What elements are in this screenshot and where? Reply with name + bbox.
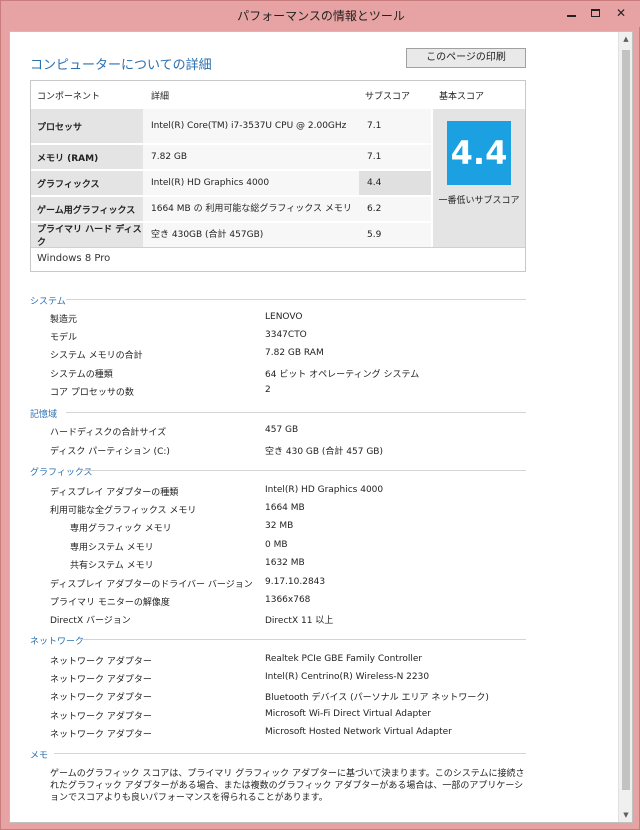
graphics-key: 共有システム メモリ (70, 561, 154, 571)
component-subscore: 4.4 (359, 171, 431, 195)
graphics-value: 1632 MB (265, 558, 305, 568)
storage-key: ディスク パーティション (C:) (50, 447, 170, 457)
graphics-value: 9.17.10.2843 (265, 577, 326, 587)
network-key: ネットワーク アダプター (50, 675, 152, 685)
graphics-key: 専用グラフィック メモリ (70, 524, 172, 534)
divider (31, 247, 525, 248)
graphics-key: 利用可能な全グラフィックス メモリ (50, 506, 197, 516)
section-title-memo: メモ (30, 751, 49, 761)
divider (66, 412, 526, 413)
graphics-key: DirectX バージョン (50, 616, 131, 626)
divider (66, 299, 526, 300)
system-value: 2 (265, 385, 271, 395)
divider (80, 470, 526, 471)
network-value: Microsoft Wi-Fi Direct Virtual Adapter (265, 709, 431, 719)
component-detail: 1664 MB の 利用可能な総グラフィックス メモリ (143, 197, 359, 221)
score-table: コンポーネント 詳細 サブスコア 基本スコア プロセッサ Intel(R) Co… (30, 80, 526, 272)
network-key: ネットワーク アダプター (50, 712, 152, 722)
minimize-icon (566, 15, 576, 17)
close-button[interactable]: ✕ (609, 4, 633, 22)
os-edition: Windows 8 Pro (37, 253, 111, 264)
details-content: コンピューターについての詳細 このページの印刷 コンポーネント 詳細 サブスコア… (10, 32, 620, 822)
window-title: パフォーマンスの情報とツール (237, 9, 405, 23)
system-value: 3347CTO (265, 330, 307, 340)
network-value: Intel(R) Centrino(R) Wireless-N 2230 (265, 672, 430, 682)
section-title-system: システム (30, 297, 66, 307)
component-name: プロセッサ (37, 122, 83, 133)
maximize-icon (590, 9, 600, 17)
network-key: ネットワーク アダプター (50, 657, 152, 667)
score-row-gaming-graphics: ゲーム用グラフィックス 1664 MB の 利用可能な総グラフィックス メモリ … (31, 197, 431, 221)
network-key: ネットワーク アダプター (50, 693, 152, 703)
system-value: LENOVO (265, 312, 303, 322)
graphics-value: 32 MB (265, 521, 294, 531)
graphics-key: ディスプレイ アダプターのドライバー バージョン (50, 580, 253, 590)
graphics-value: DirectX 11 以上 (265, 616, 334, 626)
component-name: プライマリ ハード ディスク (37, 225, 142, 248)
maximize-button[interactable] (583, 4, 607, 22)
graphics-value: Intel(R) HD Graphics 4000 (265, 485, 384, 495)
component-name: グラフィックス (37, 179, 100, 190)
divider (54, 753, 526, 754)
component-name: ゲーム用グラフィックス (37, 205, 136, 216)
graphics-value: 1664 MB (265, 503, 305, 513)
scroll-up-arrow-icon[interactable]: ▲ (619, 32, 632, 46)
component-detail: Intel(R) HD Graphics 4000 (143, 171, 359, 195)
component-subscore: 5.9 (359, 223, 431, 247)
base-score-column: 4.4 一番低いサブスコア (433, 109, 525, 247)
system-value: 7.82 GB RAM (265, 348, 324, 358)
graphics-value: 1366x768 (265, 595, 311, 605)
header-component: コンポーネント (37, 92, 101, 102)
system-key: 製造元 (50, 315, 78, 325)
system-key: モデル (50, 333, 78, 343)
divider (80, 639, 526, 640)
component-subscore: 7.1 (359, 109, 431, 143)
score-row-memory: メモリ (RAM) 7.82 GB 7.1 (31, 145, 431, 169)
component-subscore: 6.2 (359, 197, 431, 221)
content-pane: ▲ ▼ コンピューターについての詳細 このページの印刷 コンポーネント 詳細 サ… (9, 31, 633, 823)
base-score-tile: 4.4 (447, 121, 511, 185)
network-value: Microsoft Hosted Network Virtual Adapter (265, 727, 452, 737)
section-title-graphics: グラフィックス (30, 468, 93, 478)
score-row-primary-disk: プライマリ ハード ディスク 空き 430GB (合計 457GB) 5.9 (31, 223, 431, 248)
system-key: コア プロセッサの数 (50, 388, 134, 398)
graphics-key: プライマリ モニターの解像度 (50, 598, 170, 608)
system-key: システム メモリの合計 (50, 351, 143, 361)
storage-key: ハードディスクの合計サイズ (50, 428, 167, 438)
component-detail: 空き 430GB (合計 457GB) (143, 223, 359, 247)
network-key: ネットワーク アダプター (50, 730, 152, 740)
header-subscore: サブスコア (365, 92, 411, 102)
system-value: 64 ビット オペレーティング システム (265, 370, 420, 380)
score-table-header: コンポーネント 詳細 サブスコア 基本スコア (31, 81, 525, 107)
scroll-thumb[interactable] (622, 50, 630, 790)
score-row-graphics: グラフィックス Intel(R) HD Graphics 4000 4.4 (31, 171, 431, 195)
system-key: システムの種類 (50, 370, 113, 380)
section-title-network: ネットワーク (30, 637, 85, 647)
page-title: コンピューターについての詳細 (30, 58, 212, 73)
section-title-storage: 記憶域 (30, 410, 58, 420)
graphics-key: 専用システム メモリ (70, 543, 154, 553)
header-base-score: 基本スコア (439, 92, 485, 102)
component-detail: Intel(R) Core(TM) i7-3537U CPU @ 2.00GHz (143, 109, 359, 143)
storage-value: 空き 430 GB (合計 457 GB) (265, 447, 383, 457)
component-name: メモリ (RAM) (37, 153, 99, 164)
network-value: Realtek PCIe GBE Family Controller (265, 654, 423, 664)
print-page-button[interactable]: このページの印刷 (406, 48, 526, 68)
minimize-button[interactable] (559, 4, 583, 22)
graphics-key: ディスプレイ アダプターの種類 (50, 488, 179, 498)
score-row-processor: プロセッサ Intel(R) Core(TM) i7-3537U CPU @ 2… (31, 109, 431, 143)
network-value: Bluetooth デバイス (パーソナル エリア ネットワーク) (265, 693, 489, 703)
title-bar[interactable]: パフォーマンスの情報とツール ✕ (1, 1, 640, 27)
storage-value: 457 GB (265, 425, 299, 435)
header-detail: 詳細 (151, 92, 170, 102)
performance-info-window: パフォーマンスの情報とツール ✕ ▲ ▼ コンピューターについての詳細 このペー… (0, 0, 640, 830)
scroll-down-arrow-icon[interactable]: ▼ (619, 808, 632, 822)
component-subscore: 7.1 (359, 145, 431, 169)
memo-text: ゲームのグラフィック スコアは、プライマリ グラフィック アダプターに基づいて決… (50, 769, 525, 803)
graphics-value: 0 MB (265, 540, 288, 550)
close-icon: ✕ (615, 6, 627, 20)
component-detail: 7.82 GB (143, 145, 359, 169)
vertical-scrollbar[interactable]: ▲ ▼ (618, 32, 632, 822)
base-score-caption: 一番低いサブスコア (438, 196, 520, 206)
